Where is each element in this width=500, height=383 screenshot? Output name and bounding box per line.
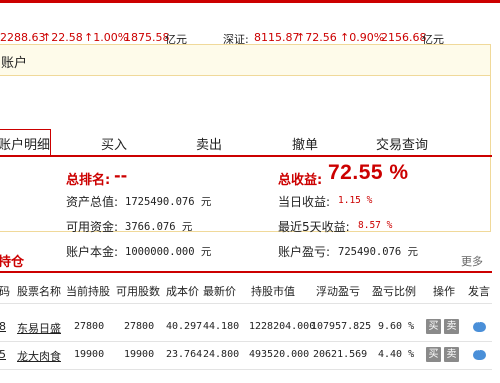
sz-index-pct: ↑0.90% xyxy=(340,31,385,44)
table-row: 8 东易日盛 27800 27800 40.297 44.180 1228204… xyxy=(0,313,492,342)
tab-account-detail[interactable]: 账户明细 xyxy=(0,134,50,153)
col-cost-price: 成本价 xyxy=(166,285,199,298)
table-row: 5 龙大肉食 19900 19900 23.764 24.800 493520.… xyxy=(0,341,492,370)
more-link[interactable]: 更多 xyxy=(461,253,483,269)
holdings-header: 持仓 更多 xyxy=(0,247,492,273)
col-available-shares: 可用股数 xyxy=(116,285,160,298)
sh-index-value: 2288.63 xyxy=(0,31,46,44)
pnl-ratio: 9.60 % xyxy=(378,321,415,332)
tab-cancel-order[interactable]: 撤单 xyxy=(292,134,318,153)
total-assets-value: 1725490.076 元 xyxy=(125,196,212,208)
col-current-holding: 当前持股 xyxy=(66,285,110,298)
market-ticker: 2288.63 ↑22.58 ↑1.00% 1875.58 亿元 深证: 811… xyxy=(0,0,500,46)
daily-return-value: 1.15 % xyxy=(338,195,373,206)
holdings-column-header: 码 股票名称 当前持股 可用股数 成本价 最新价 持股市值 浮动盈亏 盈亏比例 … xyxy=(0,275,492,304)
five-day-return-value: 8.57 % xyxy=(358,220,393,231)
account-tabs: 账户明细 买入 卖出 撤单 交易查询 xyxy=(0,129,492,157)
available-shares: 27800 xyxy=(124,321,155,332)
floating-pnl: 107957.825 xyxy=(311,321,372,332)
tab-trade-query[interactable]: 交易查询 xyxy=(376,134,428,153)
total-assets-label: 资产总值: xyxy=(66,195,119,209)
sh-index-amount: 1875.58 xyxy=(124,31,170,44)
total-return-value: 72.55 % xyxy=(328,161,409,184)
comment-icon[interactable] xyxy=(473,318,486,332)
col-operation: 操作 xyxy=(433,285,455,298)
market-value: 1228204.000 xyxy=(249,321,316,332)
stock-name-link[interactable]: 东易日盛 xyxy=(17,320,61,336)
buy-button[interactable]: 买 xyxy=(426,347,441,362)
rank-label: 总排名: xyxy=(66,173,111,188)
current-holding: 19900 xyxy=(74,349,105,360)
available-shares: 19900 xyxy=(124,349,155,360)
daily-return-label: 当日收益: xyxy=(278,195,331,209)
sz-index-change: ↑72.56 xyxy=(296,31,337,44)
holdings-title: 持仓 xyxy=(0,255,25,270)
sz-index-value: 8115.87 xyxy=(254,31,300,44)
sh-index-pct: ↑1.00% xyxy=(84,31,129,44)
available-funds-value: 3766.076 元 xyxy=(125,221,193,233)
stock-code[interactable]: 5 xyxy=(0,348,6,361)
col-stock-name: 股票名称 xyxy=(17,285,61,298)
stock-name-link[interactable]: 龙大肉食 xyxy=(17,348,61,364)
account-panel: 账户 账户明细 买入 卖出 撤单 交易查询 总排名: -- 资产总值: 1725… xyxy=(0,44,492,259)
sz-index-amount: 2156.68 xyxy=(381,31,427,44)
available-funds-label: 可用资金: xyxy=(66,220,119,234)
sell-button[interactable]: 卖 xyxy=(444,319,459,334)
col-latest-price: 最新价 xyxy=(203,285,236,298)
floating-pnl: 20621.569 xyxy=(313,349,368,360)
cost-price: 23.764 xyxy=(166,349,203,360)
buy-button[interactable]: 买 xyxy=(426,319,441,334)
rank-value: -- xyxy=(114,166,128,185)
latest-price: 44.180 xyxy=(203,321,240,332)
latest-price: 24.800 xyxy=(203,349,240,360)
col-market-value: 持股市值 xyxy=(251,285,295,298)
col-code: 码 xyxy=(0,285,10,298)
col-floating-pnl: 浮动盈亏 xyxy=(316,285,360,298)
account-title: 账户 xyxy=(1,56,28,71)
tab-sell[interactable]: 卖出 xyxy=(196,134,222,153)
five-day-return-label: 最近5天收益: xyxy=(278,220,350,234)
comment-icon[interactable] xyxy=(473,346,486,360)
cost-price: 40.297 xyxy=(166,321,203,332)
col-comment: 发言 xyxy=(468,285,490,298)
total-return-label: 总收益: xyxy=(278,173,323,188)
stock-code[interactable]: 8 xyxy=(0,320,6,333)
pnl-ratio: 4.40 % xyxy=(378,349,415,360)
sh-index-change: ↑22.58 xyxy=(42,31,83,44)
sell-button[interactable]: 卖 xyxy=(444,347,459,362)
col-pnl-ratio: 盈亏比例 xyxy=(372,285,416,298)
current-holding: 27800 xyxy=(74,321,105,332)
tab-buy[interactable]: 买入 xyxy=(101,134,127,153)
market-value: 493520.000 xyxy=(249,349,310,360)
account-panel-header: 账户 xyxy=(0,45,490,76)
